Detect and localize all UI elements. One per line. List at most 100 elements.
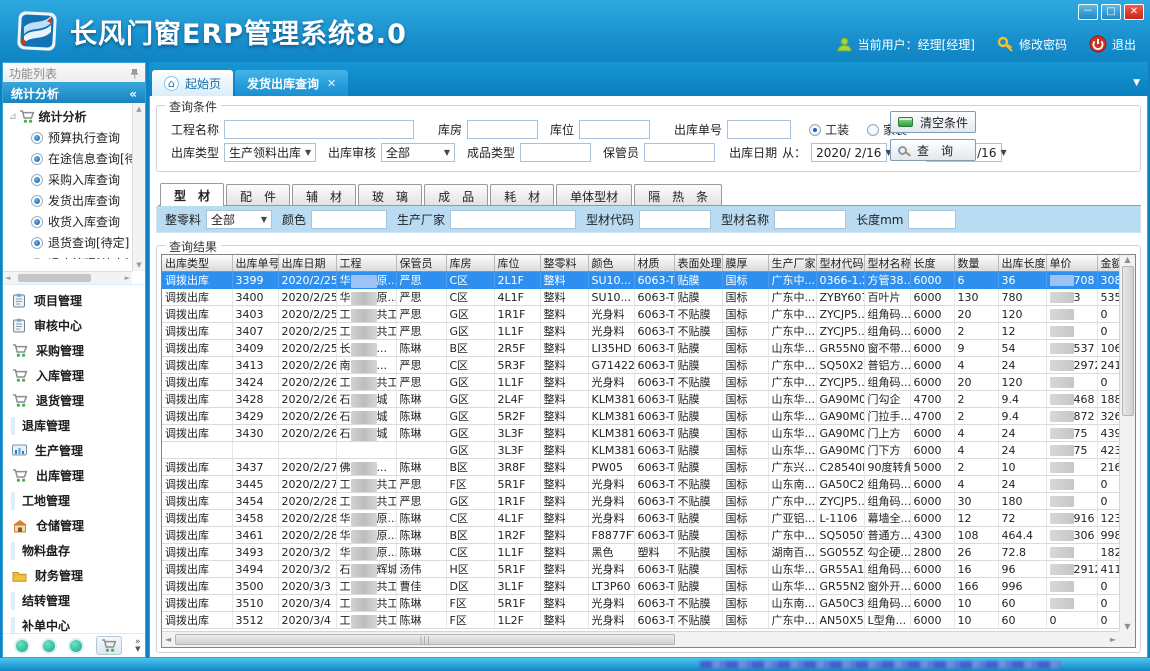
column-header[interactable]: 生产厂家	[768, 255, 816, 272]
table-row[interactable]: 调拨出库34002020/2/25华原...严思C区4L1F整料SU10...6…	[162, 289, 1119, 306]
column-header[interactable]: 整零料	[540, 255, 588, 272]
table-row[interactable]: 调拨出库34092020/2/25长...陈琳B区2R5F整料LI35HD606…	[162, 340, 1119, 357]
material-tab[interactable]: 辅 材	[292, 184, 356, 205]
table-row[interactable]: 调拨出库34612020/2/28华原...陈琳B区1R2F整料F8877FT6…	[162, 527, 1119, 544]
cart-shortcut-button[interactable]	[96, 636, 122, 655]
material-tab[interactable]: 玻 璃	[358, 184, 422, 205]
horizontal-scrollbar[interactable]: ◄ ||| ►	[162, 631, 1119, 647]
table-row[interactable]: 调拨出库34242020/2/26工共工程严思G区1L1F整料光身料6063-T…	[162, 374, 1119, 391]
column-header[interactable]: 膜厚	[722, 255, 768, 272]
gongzhuang-radio[interactable]: 工装	[809, 121, 849, 138]
column-header[interactable]: 型材名称	[864, 255, 910, 272]
material-tab[interactable]: 配 件	[226, 184, 290, 205]
material-tab[interactable]: 成 品	[424, 184, 488, 205]
table-row[interactable]: 调拨出库35002020/3/3工共工程曹佳D区3L1F整料LT3P606063…	[162, 578, 1119, 595]
logout-button[interactable]: 退出	[1089, 35, 1136, 53]
table-row[interactable]: 调拨出库34542020/2/28工共工程严思G区1R1F整料光身料6063-T…	[162, 493, 1119, 510]
scroll-down-icon[interactable]: ▼	[1124, 622, 1130, 631]
sidebar-section-header[interactable]: 统计分析 «	[3, 82, 145, 103]
scroll-thumb[interactable]: |||	[175, 634, 675, 645]
clear-conditions-button[interactable]: 清空条件	[890, 111, 976, 133]
outbound-type-select[interactable]: 生产领料出库▼	[224, 143, 316, 162]
scroll-left-icon[interactable]: ◄	[5, 274, 10, 282]
tree-vertical-scrollbar[interactable]: ▲ ▼	[132, 103, 145, 271]
tree-horizontal-scrollbar[interactable]: ◄ ►	[3, 271, 132, 284]
column-header[interactable]: 出库日期	[278, 255, 336, 272]
table-row[interactable]: 调拨出库34372020/2/27佛...陈琳B区3R8F整料PW056063-…	[162, 459, 1119, 476]
project-name-input[interactable]	[224, 120, 414, 139]
column-header[interactable]: 数量	[954, 255, 998, 272]
sidebar-menu-item[interactable]: 采购管理	[3, 338, 145, 363]
column-header[interactable]: 材质	[634, 255, 674, 272]
sidebar-menu-item[interactable]: 补单中心	[3, 613, 145, 633]
dot-icon[interactable]	[70, 640, 82, 652]
scroll-thumb[interactable]	[18, 274, 91, 282]
table-row[interactable]: 调拨出库34072020/2/25工共工程严思G区1L1F整料光身料6063-T…	[162, 323, 1119, 340]
column-header[interactable]: 出库长度	[998, 255, 1046, 272]
tree-item[interactable]: 退货查询[待定]	[9, 232, 131, 253]
tree-item[interactable]: 预算执行查询	[9, 127, 131, 148]
material-tab[interactable]: 单体型材	[556, 184, 632, 205]
scroll-up-icon[interactable]: ▲	[1124, 255, 1130, 264]
vertical-scrollbar[interactable]: ▲ ▼	[1119, 255, 1135, 631]
sidebar-menu-item[interactable]: 退库管理	[3, 413, 145, 438]
table-row[interactable]: 调拨出库34132020/2/26南...严思C区5R3F整料G71422606…	[162, 357, 1119, 374]
more-panels-button[interactable]: » ▼	[135, 639, 141, 653]
keeper-input[interactable]	[644, 143, 715, 162]
collapse-icon[interactable]: «	[129, 87, 137, 101]
tree-item[interactable]: 发货出库查询	[9, 190, 131, 211]
sidebar-menu-item[interactable]: 项目管理	[3, 288, 145, 313]
table-row[interactable]: 调拨出库34282020/2/26石城陈琳G区2L4F整料KLM38176063…	[162, 391, 1119, 408]
sidebar-menu-item[interactable]: 仓储管理	[3, 513, 145, 538]
scroll-up-icon[interactable]: ▲	[136, 105, 141, 113]
table-row[interactable]: 调拨出库33992020/2/25华原...严思C区2L1F整料SU10...6…	[162, 272, 1119, 289]
table-row[interactable]: 调拨出库35102020/3/4工共工程陈琳F区5R1F整料光身料6063-T5…	[162, 595, 1119, 612]
sidebar-menu-item[interactable]: 入库管理	[3, 363, 145, 388]
sidebar-menu-item[interactable]: 工地管理	[3, 488, 145, 513]
sidebar-menu-item[interactable]: 结转管理	[3, 588, 145, 613]
sidebar-menu-item[interactable]: 审核中心	[3, 313, 145, 338]
tree-expander-icon[interactable]: ⊿	[9, 112, 17, 122]
length-input[interactable]	[908, 210, 956, 229]
sidebar-menu-item[interactable]: 生产管理	[3, 438, 145, 463]
material-tab[interactable]: 型 材	[160, 183, 224, 206]
column-header[interactable]: 库房	[446, 255, 494, 272]
table-row[interactable]: 调拨出库34302020/2/26石城陈琳G区3L3F整料KLM38176063…	[162, 425, 1119, 442]
column-header[interactable]: 颜色	[588, 255, 634, 272]
table-row[interactable]: 调拨出库34452020/2/27工共工程严思F区5R1F整料光身料6063-T…	[162, 476, 1119, 493]
column-header[interactable]: 长度	[910, 255, 954, 272]
maximize-button[interactable]: □	[1101, 4, 1121, 20]
order-no-input[interactable]	[727, 120, 791, 139]
table-row[interactable]: G区3L3F整料KLM38176063-T5贴膜国标山东华...GA90M09.…	[162, 442, 1119, 459]
column-header[interactable]: 表面处理	[674, 255, 722, 272]
scroll-left-icon[interactable]: ◄	[165, 635, 171, 644]
table-row[interactable]: 调拨出库34582020/2/28华原...陈琳C区4L1F整料光身料6063-…	[162, 510, 1119, 527]
audit-select[interactable]: 全部▼	[381, 143, 455, 162]
factory-input[interactable]	[450, 210, 576, 229]
tab-overflow-icon[interactable]: ▼	[1133, 78, 1140, 88]
date-from-picker[interactable]: 2020/ 2/16▼	[811, 143, 887, 162]
close-button[interactable]: ✕	[1124, 4, 1144, 20]
dot-icon[interactable]	[16, 640, 28, 652]
column-header[interactable]: 出库类型	[162, 255, 232, 272]
location-input[interactable]	[579, 120, 650, 139]
sidebar-menu-item[interactable]: 出库管理	[3, 463, 145, 488]
column-header[interactable]: 型材代码	[816, 255, 864, 272]
material-tab[interactable]: 耗 材	[490, 184, 554, 205]
table-row[interactable]: 调拨出库34942020/3/2石辉城汤伟H区5R1F整料光身料6063-T5贴…	[162, 561, 1119, 578]
pin-icon[interactable]	[130, 68, 139, 79]
warehouse-input[interactable]	[467, 120, 538, 139]
scroll-down-icon[interactable]: ▼	[136, 261, 141, 269]
table-row[interactable]: 调拨出库34032020/2/25工共工程严思G区1R1F整料光身料6063-T…	[162, 306, 1119, 323]
tree-root[interactable]: ⊿ 统计分析	[9, 106, 131, 127]
column-header[interactable]: 出库单号	[232, 255, 278, 272]
sidebar-menu-item[interactable]: 退货管理	[3, 388, 145, 413]
column-header[interactable]: 库位	[494, 255, 540, 272]
tree-item[interactable]: 收货入库查询	[9, 211, 131, 232]
column-header[interactable]: 金额	[1097, 255, 1119, 272]
tab-shipment-query[interactable]: 发货出库查询 ✕	[235, 70, 348, 96]
column-header[interactable]: 工程	[336, 255, 396, 272]
product-type-input[interactable]	[520, 143, 591, 162]
dot-icon[interactable]	[43, 640, 55, 652]
tree-item[interactable]: 采购入库查询	[9, 169, 131, 190]
